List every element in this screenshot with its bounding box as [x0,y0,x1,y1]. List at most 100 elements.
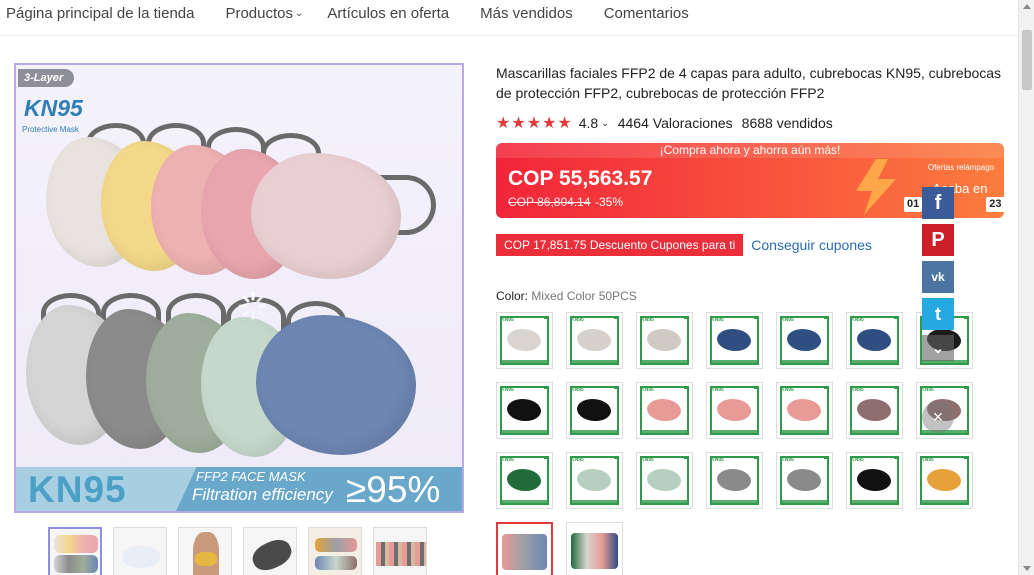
vk-icon[interactable]: vk [922,261,954,293]
color-swatch[interactable]: KN95 [636,452,693,509]
swatch-label: KN95 [641,457,654,463]
color-swatch[interactable]: KN95 [846,452,903,509]
swatch-label: KN95 [781,457,794,463]
swatch-mask [717,399,751,421]
thumbnail-6[interactable] [373,527,427,575]
banner-ffp2-line: FFP2 FACE MASK [196,469,306,484]
swatch-pcs-badge [964,387,968,389]
rating-score[interactable]: 4.8 [579,115,598,131]
swatch-label: KN95 [921,387,934,393]
nav-reviews[interactable]: Comentarios [604,5,689,22]
color-swatch[interactable]: KN95 [496,452,553,509]
thumbnail-3[interactable] [178,527,232,575]
kn95-logo: KN95 [24,95,83,121]
timer-seconds: 23 [986,197,1004,212]
swatch-pcs-badge [684,317,688,319]
swatch-pcs-badge [964,317,968,319]
swatch-mask [717,469,751,491]
swatch-mask [577,469,611,491]
swatch-bar [851,430,898,434]
color-swatch-selected[interactable] [496,522,553,575]
swatch-pcs-badge [894,317,898,319]
chevron-down-icon[interactable]: ⌄ [601,118,609,129]
color-swatch[interactable]: KN95 [496,382,553,439]
social-share-bar: f P vk t ⌄ × [922,187,954,433]
nav-deals[interactable]: Artículos en oferta [327,5,449,22]
color-swatch[interactable]: KN95 [776,382,833,439]
chevron-down-icon: ⌄ [295,7,304,19]
swatch-pcs-badge [964,457,968,459]
color-swatch[interactable] [566,522,623,575]
thumbnail-4[interactable] [243,527,297,575]
swatch-mask [507,469,541,491]
scroll-down-icon[interactable] [1023,566,1031,571]
swatch-bar [851,360,898,364]
swatch-label: KN95 [641,387,654,393]
color-swatch[interactable]: KN95 [706,312,763,369]
color-swatch[interactable]: KN95 [566,382,623,439]
swatch-bar [711,360,758,364]
facebook-icon[interactable]: f [922,187,954,219]
original-price: COP 86,804.14 [508,195,591,209]
nav-products-label: Productos [225,4,294,22]
color-label: Color: [496,289,529,303]
swatch-bar [571,360,618,364]
color-swatch[interactable]: KN95 [846,312,903,369]
vertical-scrollbar[interactable] [1018,0,1034,575]
color-swatch[interactable]: KN95 [706,382,763,439]
lightning-bolt-icon [856,159,896,215]
swatch-label: KN95 [571,457,584,463]
close-icon[interactable]: × [922,401,954,433]
color-swatch[interactable]: KN95 [776,452,833,509]
swatch-bar [781,500,828,504]
twitter-icon[interactable]: t [922,298,954,330]
color-swatch[interactable]: KN95 [636,382,693,439]
swatch-bar [501,360,548,364]
banner-filtration-line: Filtration efficiency [192,485,333,504]
swatch-label: KN95 [711,317,724,323]
swatch-mask [787,399,821,421]
swatch-label: KN95 [501,457,514,463]
color-swatch[interactable]: KN95 [776,312,833,369]
color-swatch[interactable]: KN95 [916,452,973,509]
thumbnail-1[interactable] [48,527,102,575]
color-swatch[interactable]: KN95 [566,452,623,509]
swatch-label: KN95 [851,387,864,393]
color-swatch[interactable]: KN95 [636,312,693,369]
swatch-bar [641,500,688,504]
swatch-pcs-badge [614,317,618,319]
color-swatch[interactable]: KN95 [566,312,623,369]
color-swatch[interactable]: KN95 [706,452,763,509]
main-product-image[interactable]: 3-Layer KN95 Protective Mask KN95 FFP2 F… [14,63,464,513]
flash-deal-label: Ofertas relámpago [927,163,995,172]
swatch-pcs-badge [754,317,758,319]
get-coupons-link[interactable]: Conseguir cupones [751,237,872,253]
color-swatch[interactable]: KN95 [496,312,553,369]
swatch-pcs-badge [754,387,758,389]
nav-products[interactable]: Productos ⌄ [225,5,303,22]
collapse-icon[interactable]: ⌄ [922,335,954,361]
nav-home[interactable]: Página principal de la tienda [6,5,194,22]
thumbnail-5[interactable] [308,527,362,575]
swatch-bar [851,500,898,504]
reviews-count[interactable]: 4464 Valoraciones [618,115,733,131]
scroll-thumb[interactable] [1022,30,1032,90]
swatch-label: KN95 [501,317,514,323]
swatch-bar [571,500,618,504]
color-swatch[interactable]: KN95 [846,382,903,439]
scroll-up-icon[interactable] [1023,4,1031,9]
swatch-pcs-badge [754,457,758,459]
thumbnail-2[interactable] [113,527,167,575]
swatch-mask [857,329,891,351]
swatch-mask [647,329,681,351]
swatch-mask [577,329,611,351]
countdown-timer: 01 23 [904,197,1004,212]
swatch-label: KN95 [571,387,584,393]
swatch-label: KN95 [711,387,724,393]
pinterest-icon[interactable]: P [922,224,954,256]
nav-bestsellers[interactable]: Más vendidos [480,5,573,22]
price-banner: ¡Compra ahora y ahorra aún más! [496,143,1004,158]
swatch-mixed-image [571,533,618,569]
swatch-pcs-badge [684,387,688,389]
product-title: Mascarillas faciales FFP2 de 4 capas par… [496,65,1002,101]
